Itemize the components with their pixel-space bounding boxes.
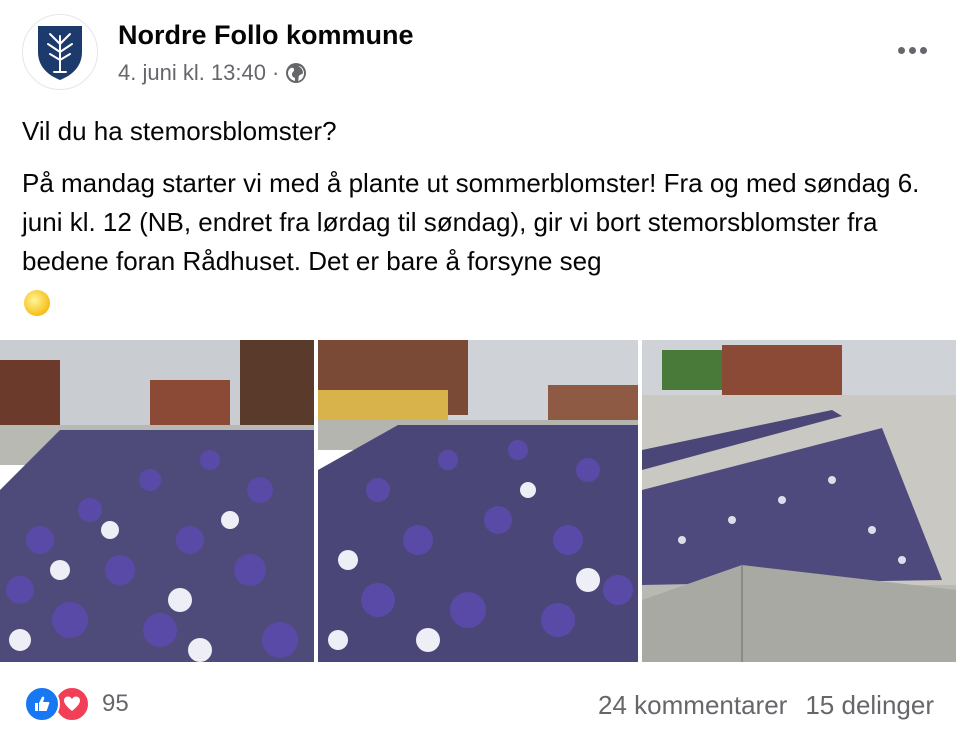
pansy-bed-photo-2[interactable] [318,340,638,662]
photo-grid [0,340,956,662]
post-question: Vil du ha stemorsblomster? [22,116,337,146]
page-avatar[interactable] [22,14,98,90]
like-icon [24,686,60,722]
more-options-icon [897,46,905,54]
pansy-bed-photo-3[interactable] [642,340,956,662]
reaction-count: 95 [102,690,129,717]
post-message: Vil du ha stemorsblomster? På mandag sta… [22,112,936,320]
globe-icon[interactable] [285,62,307,84]
post-body: På mandag starter vi med å plante ut som… [22,168,920,276]
engagement-stats: 24 kommentarer 15 delinger [598,690,934,721]
post-timestamp[interactable]: 4. juni kl. 13:40 [118,60,266,86]
comments-count-link[interactable]: 24 kommentarer [598,690,787,721]
page-name-link[interactable]: Nordre Follo kommune [118,20,414,51]
meta-separator: · [271,60,280,85]
post-header: Nordre Follo kommune 4. juni kl. 13:40 · [22,14,934,94]
reactions-summary[interactable]: 95 [24,686,129,722]
post-footer: 95 24 kommentarer 15 delinger [0,680,956,736]
more-options-button[interactable] [890,28,934,72]
post-meta: 4. juni kl. 13:40 · [118,60,307,86]
pansy-bed-photo-1[interactable] [0,340,314,662]
municipality-crest-icon [38,26,82,80]
sun-emoji [24,290,50,317]
shares-count-link[interactable]: 15 delinger [805,690,934,721]
